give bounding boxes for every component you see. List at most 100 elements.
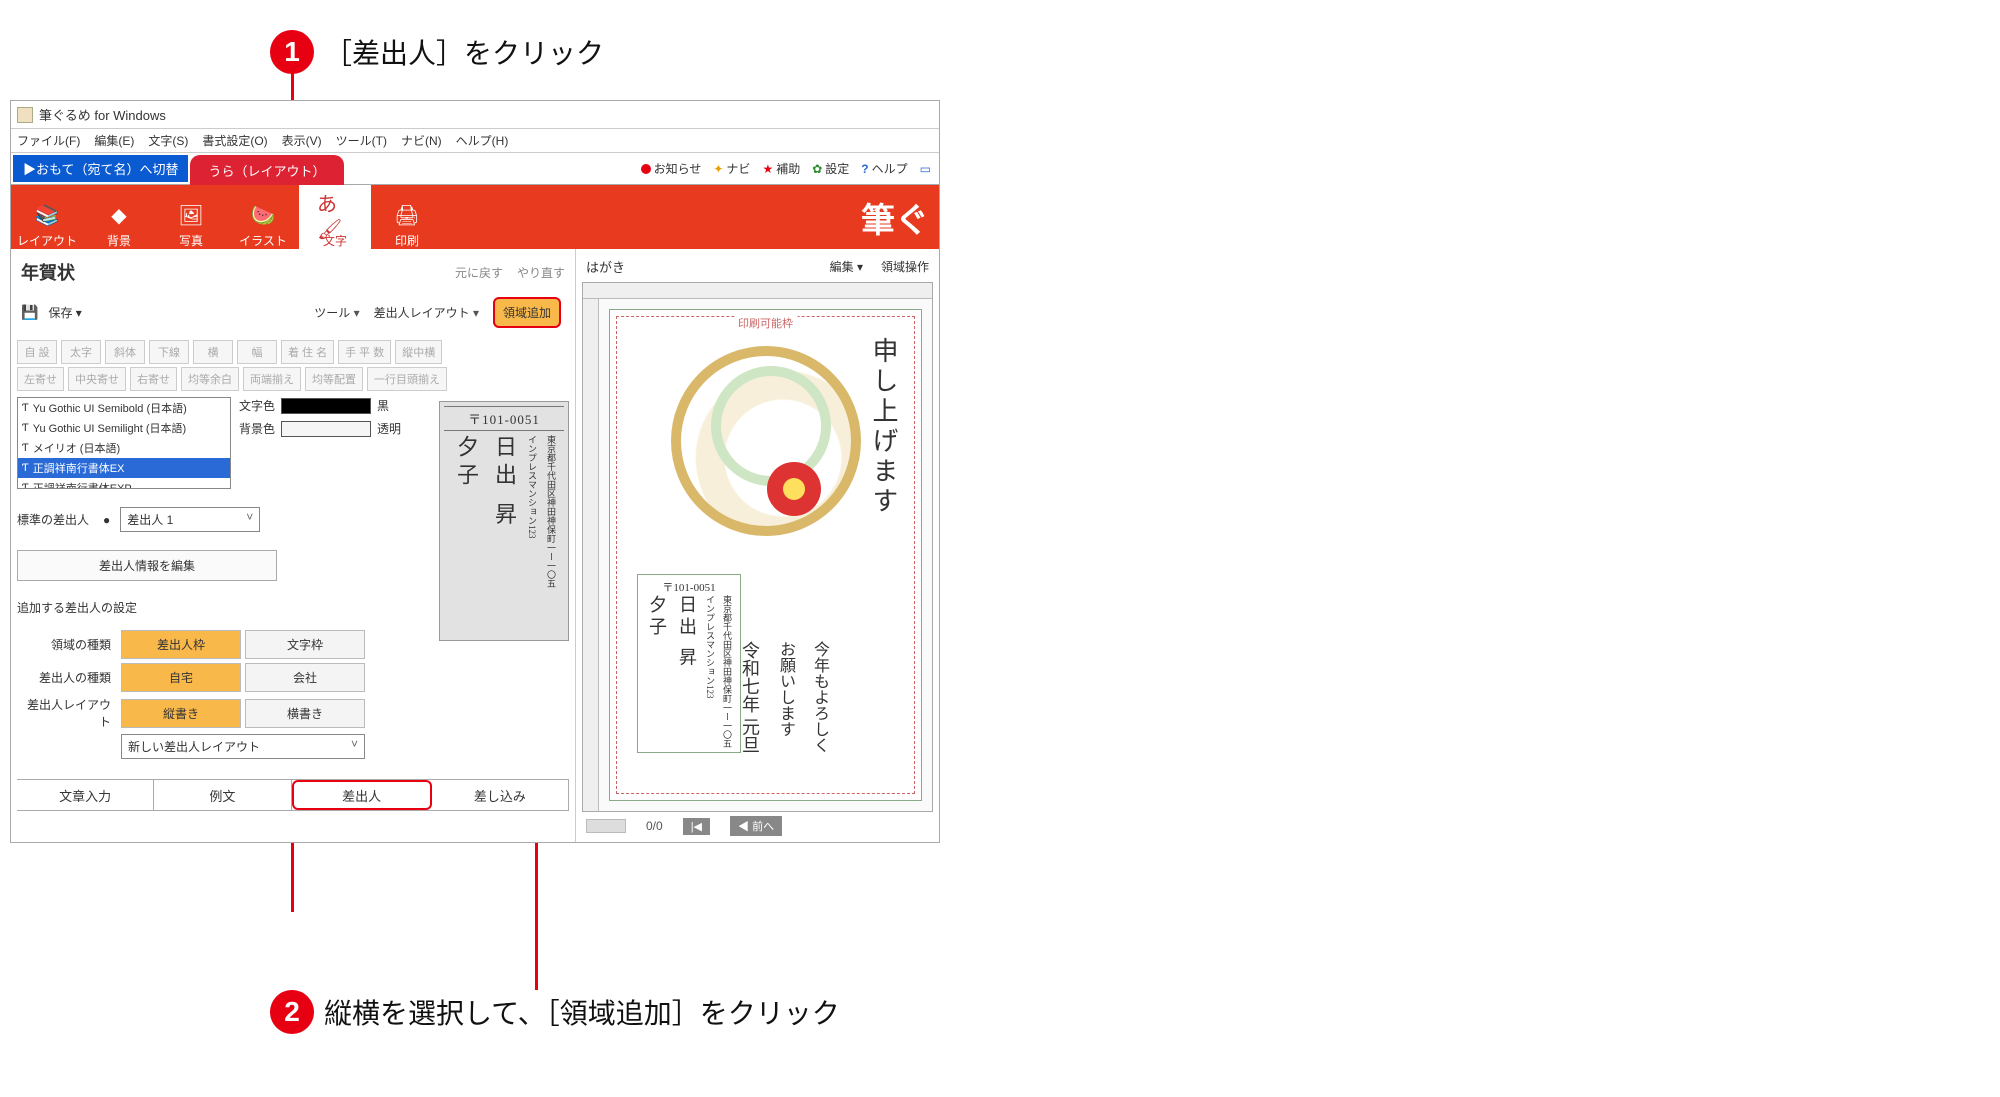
navi-icon: ✦ [713, 162, 723, 176]
menu-tool[interactable]: ツール(T) [336, 132, 387, 149]
font-item-selected[interactable]: Ƭ正調祥南行書体EX [18, 458, 230, 478]
msg-line1: 今年もよろしく [807, 641, 831, 754]
message-columns: 今年もよろしく お願いします 令和七年 元旦 [737, 641, 831, 754]
sender-addr: 東京都千代田区神田神保町一ー一〇五 [721, 595, 734, 748]
tab-sender[interactable]: 差出人 [292, 780, 432, 810]
preview-pager: 0/0 |◀ ◀ 前へ [582, 812, 933, 836]
menu-file[interactable]: ファイル(F) [17, 132, 80, 149]
undo-link[interactable]: 元に戻す [455, 264, 503, 281]
redo-link[interactable]: やり直す [517, 264, 565, 281]
bgcolor-value: 透明 [377, 420, 401, 437]
callout-1: 1 ［差出人］をクリック [270, 30, 604, 74]
tab-merge[interactable]: 差し込み [432, 780, 569, 810]
edit-dropdown[interactable]: 編集 ▾ [830, 258, 863, 275]
menu-text[interactable]: 文字(S) [148, 132, 188, 149]
new-layout-combo[interactable]: 新しい差出人レイアウト [121, 734, 365, 759]
opt-layout-vertical[interactable]: 縦書き [121, 699, 241, 728]
menu-edit[interactable]: 編集(E) [94, 132, 134, 149]
nav-first-button[interactable]: |◀ [683, 818, 710, 835]
print-area: 印刷可能枠 申し上げます 今年もよろしく [616, 316, 915, 794]
add-region-button[interactable]: 領域追加 [493, 297, 561, 328]
opt-layout-horizontal[interactable]: 横書き [245, 699, 365, 728]
help-icon: ? [861, 162, 868, 176]
ribbon-print[interactable]: 🖨印刷 [371, 185, 443, 249]
textcolor-value: 黒 [377, 397, 389, 414]
nengajo-illustration [625, 331, 906, 551]
font-item[interactable]: ƬYu Gothic UI Semilight (日本語) [18, 418, 230, 438]
title-bar: 筆ぐるめ for Windows [11, 101, 939, 129]
font-item[interactable]: Ƭメイリオ (日本語) [18, 438, 230, 458]
menu-view[interactable]: 表示(V) [282, 132, 322, 149]
font-icon: Ƭ [22, 422, 29, 434]
textcolor-swatch[interactable] [281, 398, 371, 414]
tab-ura[interactable]: うら（レイアウト） [190, 155, 343, 186]
ribbon-moji[interactable]: あ🖌文字 [299, 185, 371, 249]
fmt-btn: 中央寄せ [68, 367, 126, 391]
tab-omote[interactable]: ▶おもて（宛て名）へ切替 [13, 155, 188, 182]
menu-help[interactable]: ヘルプ(H) [456, 132, 509, 149]
tool-dropdown[interactable]: ツール [314, 304, 359, 321]
ribbon-illust[interactable]: 🍉イラスト [227, 185, 299, 249]
font-icon: Ƭ [22, 442, 29, 454]
fmt-btn: 幅 [237, 340, 277, 364]
nav-prev-button[interactable]: ◀ 前へ [730, 816, 782, 836]
add-sender-section-label: 追加する差出人の設定 [17, 599, 429, 616]
sender-layout-dropdown[interactable]: 差出人レイアウト [374, 304, 479, 321]
ribbon-photo[interactable]: 🖼写真 [155, 185, 227, 249]
gear-icon: ✿ [812, 162, 822, 176]
print-icon: 🖨 [389, 200, 425, 230]
star-icon: ★ [762, 162, 773, 176]
sample-name2: 夕子 [450, 435, 482, 625]
edit-sender-button[interactable]: 差出人情報を編集 [17, 550, 277, 581]
bgcolor-swatch[interactable] [281, 421, 371, 437]
link-hojo[interactable]: ★補助 [762, 160, 800, 177]
text-format-toolbar: 自 設 太字 斜体 下線 横 幅 着 住 名 手 平 数 縦中横 左寄せ 中央寄… [17, 340, 569, 391]
moji-icon: あ🖌 [317, 200, 353, 230]
hagaki-label: はがき [586, 257, 625, 276]
sample-zip: 〒101-0051 [444, 406, 564, 431]
app-logo: 筆ぐ [861, 185, 939, 249]
window-title: 筆ぐるめ for Windows [39, 105, 166, 124]
opt-type-work[interactable]: 会社 [245, 663, 365, 692]
link-settings[interactable]: ✿設定 [812, 160, 849, 177]
bgcolor-label: 背景色 [239, 420, 275, 437]
link-navi[interactable]: ✦ナビ [713, 160, 750, 177]
photo-icon: 🖼 [173, 200, 209, 230]
opt-area-label: 領域の種類 [17, 636, 117, 653]
save-button[interactable]: 保存 ▾ [48, 304, 81, 321]
menu-format[interactable]: 書式設定(O) [202, 132, 267, 149]
opt-area-sender[interactable]: 差出人枠 [121, 630, 241, 659]
postcard[interactable]: 印刷可能枠 申し上げます 今年もよろしく [609, 309, 922, 801]
fmt-btn: 横 [193, 340, 233, 364]
opt-layout-label: 差出人レイアウト [17, 696, 117, 730]
link-news[interactable]: お知らせ [641, 160, 702, 177]
std-sender-combo[interactable]: 差出人 1 [120, 507, 260, 532]
scrollbar-h[interactable] [586, 819, 626, 833]
fmt-btn: 下線 [149, 340, 189, 364]
ribbon-layout[interactable]: 📚レイアウト [11, 185, 83, 249]
save-icon: 💾 [21, 304, 38, 321]
left-pane: 年賀状 元に戻す やり直す 💾 保存 ▾ ツール 差出人レイアウト 領域追加 [11, 249, 576, 842]
menu-navi[interactable]: ナビ(N) [401, 132, 442, 149]
font-list[interactable]: ƬYu Gothic UI Semibold (日本語) ƬYu Gothic … [17, 397, 231, 489]
app-icon [17, 107, 33, 123]
sample-bldg: インプレスマンション123 [526, 435, 539, 625]
font-icon: Ƭ [22, 462, 29, 474]
sender-box[interactable]: 〒101-0051 東京都千代田区神田神保町一ー一〇五 インプレスマンション12… [637, 574, 741, 753]
textcolor-label: 文字色 [239, 397, 275, 414]
opt-type-label: 差出人の種類 [17, 669, 117, 686]
font-item[interactable]: ƬYu Gothic UI Semibold (日本語) [18, 398, 230, 418]
link-help[interactable]: ?ヘルプ [861, 160, 907, 177]
ribbon-bg[interactable]: ◆背景 [83, 185, 155, 249]
region-ops-dropdown[interactable]: 領域操作 [881, 258, 929, 275]
tab-textinput[interactable]: 文章入力 [17, 780, 154, 810]
opt-area-text[interactable]: 文字枠 [245, 630, 365, 659]
window-icon[interactable]: ▭ [920, 162, 931, 176]
font-item[interactable]: Ƭ正調祥南行書体EXP [18, 478, 230, 489]
opt-type-home[interactable]: 自宅 [121, 663, 241, 692]
tab-example[interactable]: 例文 [154, 780, 291, 810]
callout-2: 2 縦横を選択して、［領域追加］をクリック [270, 990, 840, 1034]
font-icon: Ƭ [22, 402, 29, 414]
fmt-btn: 縦中横 [395, 340, 442, 364]
fmt-btn: 着 住 名 [281, 340, 334, 364]
